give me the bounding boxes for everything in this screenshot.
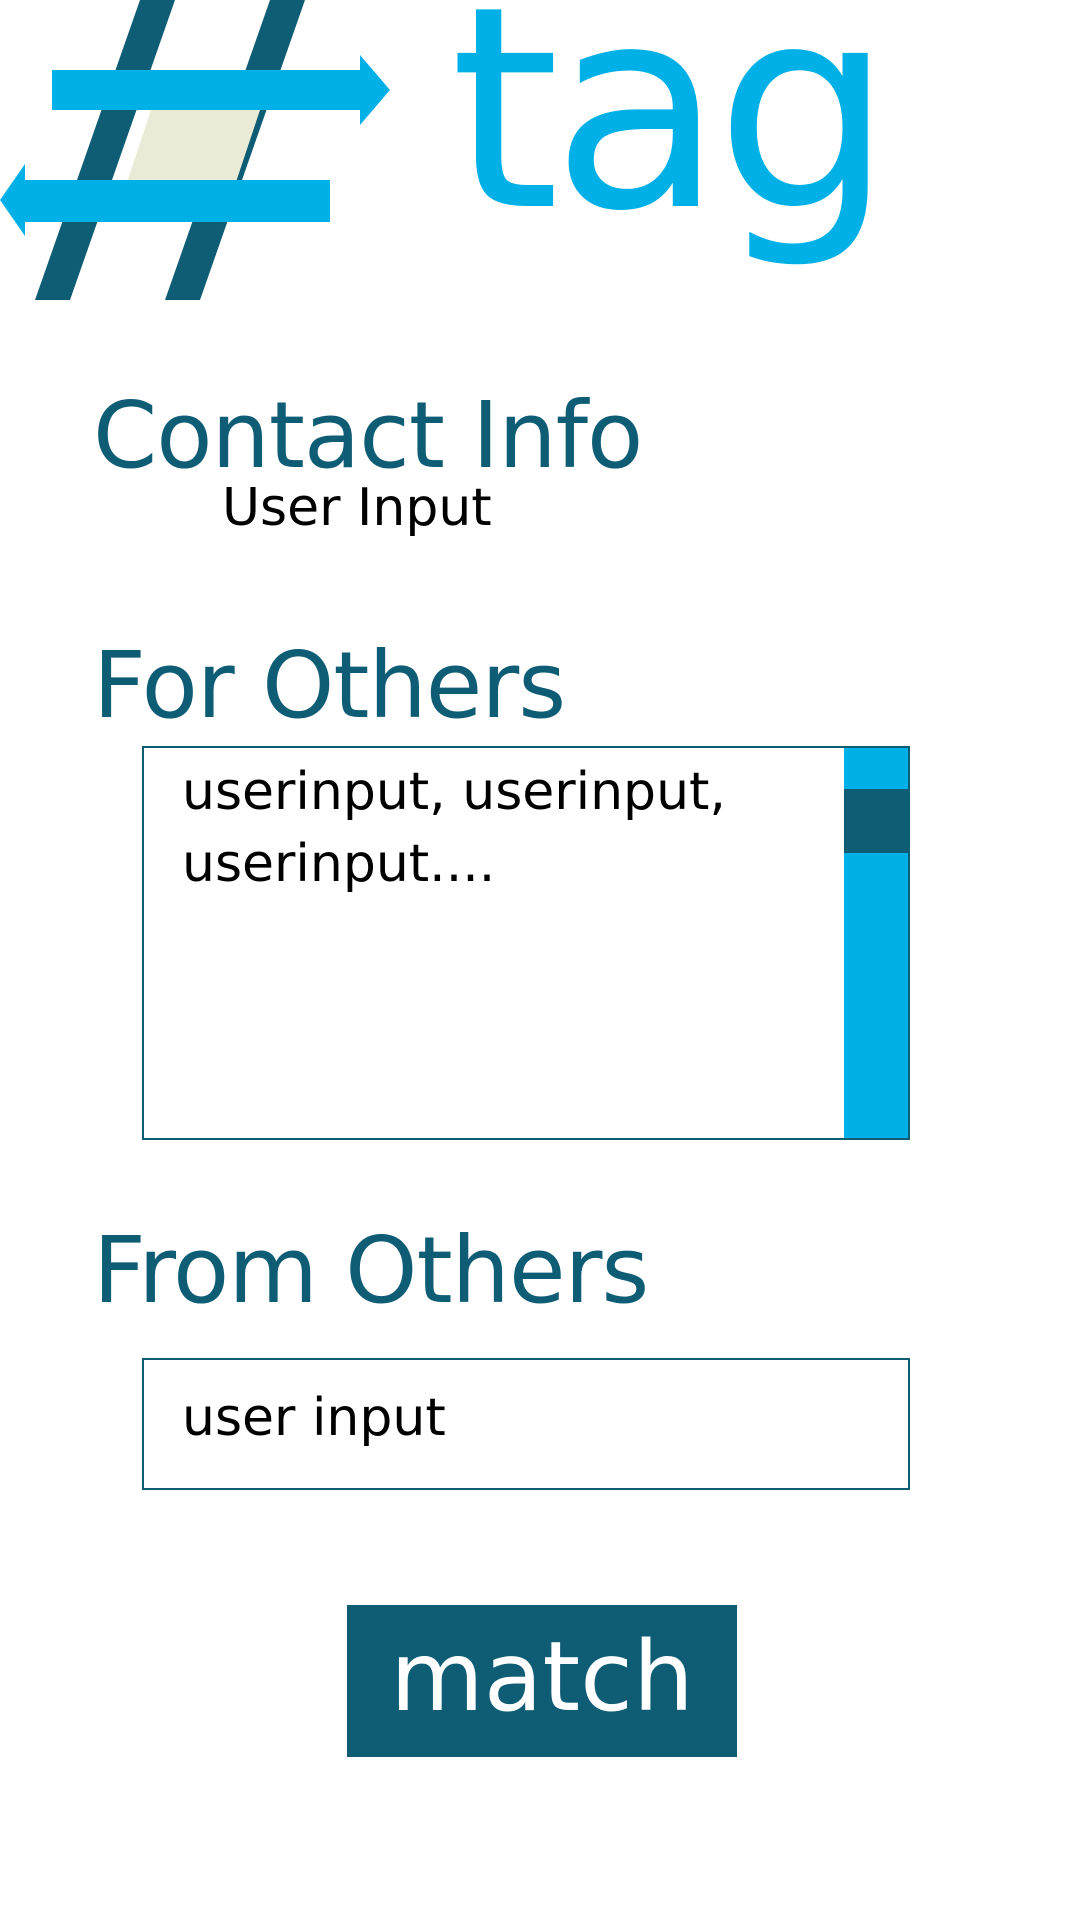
for-others-text: userinput, userinput, userinput.... [182,762,726,894]
logo-text: tag [450,0,893,273]
from-others-title: From Others [93,1217,649,1324]
match-button[interactable]: match [347,1605,737,1757]
contact-info-title: Contact Info [93,382,643,489]
from-others-text: user input [182,1388,446,1448]
contact-info-value[interactable]: User Input [222,482,492,534]
scrollbar-thumb[interactable] [844,789,908,853]
for-others-title: For Others [93,632,566,739]
hashtag-arrows-icon [0,0,390,300]
app-logo: tag [0,0,1080,320]
for-others-scrollbar[interactable] [844,748,908,1138]
from-others-input[interactable]: user input [142,1358,910,1490]
for-others-textarea[interactable]: userinput, userinput, userinput.... [142,746,910,1140]
scrollbar-top[interactable] [844,748,908,788]
